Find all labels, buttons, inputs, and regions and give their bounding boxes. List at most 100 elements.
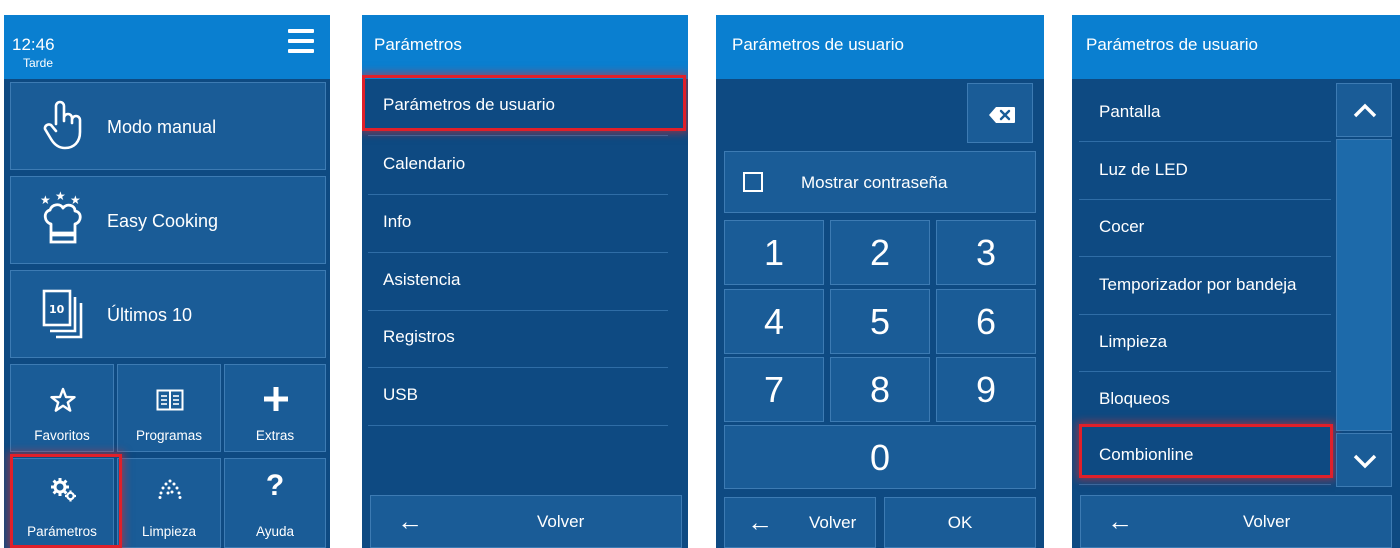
- list-item-label: Luz de LED: [1099, 160, 1188, 179]
- page-title: Parámetros: [374, 35, 462, 54]
- menu-item-info[interactable]: Info: [368, 196, 668, 253]
- open-book-icon: [156, 389, 184, 411]
- stacked-pages-icon: 10: [42, 289, 83, 339]
- password-header: Parámetros de usuario: [716, 15, 1044, 79]
- page-title: Parámetros de usuario: [732, 35, 904, 54]
- question-mark-icon: ?: [265, 469, 285, 502]
- list-item-display[interactable]: Pantalla: [1079, 85, 1331, 142]
- cleaning-tile[interactable]: Limpieza: [117, 458, 221, 548]
- key-8[interactable]: 8: [830, 357, 930, 422]
- scrollbar-track[interactable]: [1336, 139, 1392, 431]
- spray-icon: [158, 479, 182, 499]
- password-screen: Parámetros de usuario Mostrar contraseña…: [716, 15, 1044, 548]
- cleaning-label: Limpieza: [141, 524, 197, 539]
- list-item-label: Combionline: [1099, 445, 1194, 464]
- favorites-tile[interactable]: Favoritos: [10, 364, 114, 452]
- extras-tile[interactable]: Extras: [224, 364, 326, 452]
- key-7[interactable]: 7: [724, 357, 824, 422]
- key-5[interactable]: 5: [830, 289, 930, 354]
- ok-button[interactable]: OK: [884, 497, 1036, 548]
- menu-item-label: Asistencia: [383, 270, 461, 289]
- checkbox-icon: [743, 172, 763, 192]
- favorites-label: Favoritos: [34, 428, 90, 443]
- menu-item-label: Registros: [383, 327, 455, 346]
- last-10-tile[interactable]: 10 Últimos 10: [10, 270, 326, 358]
- backspace-button[interactable]: [967, 83, 1033, 143]
- list-item-led-light[interactable]: Luz de LED: [1079, 143, 1331, 200]
- arrow-left-icon: ←: [397, 506, 423, 536]
- chevron-down-icon: [1353, 454, 1377, 469]
- list-item-locks[interactable]: Bloqueos: [1079, 372, 1331, 429]
- list-item-label: Temporizador por bandeja: [1099, 275, 1297, 294]
- ok-label: OK: [947, 513, 973, 532]
- menu-item-assistance[interactable]: Asistencia: [368, 254, 668, 311]
- list-item-cleaning[interactable]: Limpieza: [1079, 315, 1331, 372]
- back-label: Volver: [537, 512, 585, 531]
- list-item-label: Bloqueos: [1099, 389, 1170, 408]
- page-title: Parámetros de usuario: [1086, 35, 1258, 54]
- user-parameters-screen: Parámetros de usuario Pantalla Luz de LE…: [1072, 15, 1400, 548]
- menu-item-records[interactable]: Registros: [368, 311, 668, 368]
- parameters-tile[interactable]: Parámetros: [10, 458, 114, 548]
- menu-item-label: USB: [383, 385, 418, 404]
- extras-label: Extras: [255, 428, 295, 443]
- key-6[interactable]: 6: [936, 289, 1036, 354]
- svg-text:★: ★: [40, 193, 51, 207]
- menu-item-calendar[interactable]: Calendario: [368, 138, 668, 195]
- user-parameters-header: Parámetros de usuario: [1072, 15, 1400, 79]
- key-1[interactable]: 1: [724, 220, 824, 285]
- list-item-cook[interactable]: Cocer: [1079, 200, 1331, 257]
- back-button[interactable]: ← Volver: [1080, 495, 1392, 548]
- back-label: Volver: [1243, 512, 1291, 531]
- help-tile[interactable]: ? Ayuda: [224, 458, 326, 548]
- clock-time: 12:46: [12, 35, 55, 54]
- scroll-down-button[interactable]: [1336, 433, 1392, 487]
- list-item-label: Cocer: [1099, 217, 1145, 236]
- chef-hat-icon: ★ ★ ★: [40, 191, 82, 244]
- menu-item-user-parameters[interactable]: Parámetros de usuario: [368, 79, 668, 136]
- show-password-label: Mostrar contraseña: [801, 173, 948, 192]
- easy-cooking-label: Easy Cooking: [107, 211, 219, 231]
- star-outline-icon: [50, 387, 76, 412]
- list-item-tray-timer[interactable]: Temporizador por bandeja: [1079, 258, 1331, 315]
- programs-label: Programas: [135, 428, 203, 443]
- arrow-left-icon: ←: [1107, 506, 1133, 536]
- plus-icon: [264, 387, 288, 411]
- chevron-up-icon: [1353, 103, 1377, 118]
- clock-period: Tarde: [23, 56, 54, 70]
- svg-text:★: ★: [55, 191, 66, 203]
- home-screen: 12:46 Tarde Modo manual ★ ★ ★ Easy Cooki…: [4, 15, 330, 548]
- back-button[interactable]: ← Volver: [370, 495, 682, 548]
- programs-tile[interactable]: Programas: [117, 364, 221, 452]
- gears-icon: [51, 478, 76, 502]
- scroll-up-button[interactable]: [1336, 83, 1392, 137]
- back-button[interactable]: ← Volver: [724, 497, 876, 548]
- backspace-icon: [989, 107, 1015, 123]
- key-4[interactable]: 4: [724, 289, 824, 354]
- menu-item-usb[interactable]: USB: [368, 369, 668, 426]
- easy-cooking-tile[interactable]: ★ ★ ★ Easy Cooking: [10, 176, 326, 264]
- help-label: Ayuda: [255, 524, 295, 539]
- parameters-header: Parámetros: [362, 15, 688, 79]
- list-item-label: Pantalla: [1099, 102, 1161, 121]
- manual-mode-label: Modo manual: [107, 117, 217, 137]
- hamburger-menu-icon[interactable]: [288, 29, 314, 53]
- list-item-combionline[interactable]: Combionline: [1079, 428, 1331, 485]
- parameters-label: Parámetros: [27, 524, 97, 539]
- back-label: Volver: [809, 513, 857, 532]
- menu-item-label: Calendario: [383, 154, 466, 173]
- last-10-label: Últimos 10: [107, 305, 193, 325]
- parameters-screen: Parámetros Parámetros de usuario Calenda…: [362, 15, 688, 548]
- show-password-toggle[interactable]: Mostrar contraseña: [724, 151, 1036, 213]
- key-0[interactable]: 0: [724, 425, 1036, 489]
- key-2[interactable]: 2: [830, 220, 930, 285]
- manual-mode-tile[interactable]: Modo manual: [10, 82, 326, 170]
- last-10-badge: 10: [49, 303, 65, 316]
- home-header: 12:46 Tarde: [4, 15, 330, 79]
- key-3[interactable]: 3: [936, 220, 1036, 285]
- menu-item-label: Parámetros de usuario: [383, 95, 555, 114]
- list-item-label: Limpieza: [1099, 332, 1168, 351]
- key-9[interactable]: 9: [936, 357, 1036, 422]
- arrow-left-icon: ←: [747, 507, 773, 537]
- scrollbar-thumb[interactable]: [1337, 140, 1391, 430]
